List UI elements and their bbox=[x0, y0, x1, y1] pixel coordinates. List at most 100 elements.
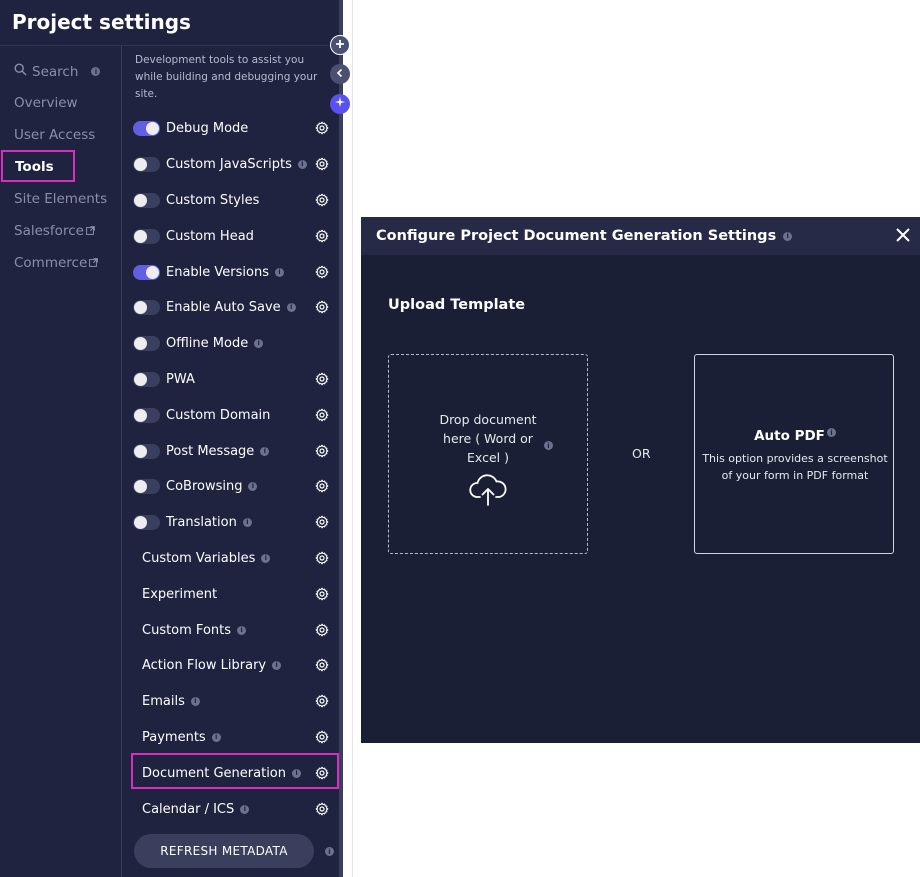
gear-icon[interactable] bbox=[315, 515, 329, 529]
refresh-metadata-button[interactable]: REFRESH METADATA bbox=[134, 834, 314, 868]
tool-row-action-flow-library: Action Flow Library i bbox=[133, 654, 329, 676]
debug-mode-toggle[interactable] bbox=[133, 120, 160, 136]
nav-item-salesforce[interactable]: Salesforce bbox=[14, 223, 95, 239]
gear-icon[interactable] bbox=[315, 157, 329, 171]
gear-icon[interactable] bbox=[315, 444, 329, 458]
custom-head-toggle[interactable] bbox=[133, 228, 160, 244]
tool-row-debug-mode: Debug Mode bbox=[133, 117, 329, 139]
canvas-edge-line bbox=[352, 0, 353, 877]
gear-icon[interactable] bbox=[315, 730, 329, 744]
tool-label: Post Message bbox=[166, 443, 255, 459]
tool-row-pwa: PWA bbox=[133, 368, 329, 390]
tool-row-custom-fonts: Custom Fonts i bbox=[133, 619, 329, 641]
external-link-icon bbox=[89, 255, 99, 271]
gear-icon[interactable] bbox=[315, 408, 329, 422]
template-drop-zone[interactable]: Drop document here ( Word or Excel ) i bbox=[388, 354, 588, 554]
translation-toggle[interactable] bbox=[133, 514, 160, 530]
tool-label: Custom Head bbox=[166, 228, 254, 244]
tool-label[interactable]: Calendar / ICS bbox=[142, 802, 234, 817]
tool-row-payments: Payments i bbox=[133, 726, 329, 748]
gear-icon[interactable] bbox=[315, 658, 329, 672]
gear-icon[interactable] bbox=[315, 265, 329, 279]
toggle-knob bbox=[146, 121, 159, 135]
auto-pdf-title-row: Auto PDF i bbox=[695, 428, 895, 444]
drop-zone-text: Drop document here ( Word or Excel ) bbox=[439, 412, 537, 465]
tool-row-emails: Emails i bbox=[133, 690, 329, 712]
custom-javascripts-toggle[interactable] bbox=[133, 156, 160, 172]
gear-icon[interactable] bbox=[315, 121, 329, 135]
info-icon: i bbox=[272, 660, 282, 670]
gear-icon[interactable] bbox=[315, 193, 329, 207]
enable-versions-toggle[interactable] bbox=[133, 264, 160, 280]
gear-icon[interactable] bbox=[315, 587, 329, 601]
info-icon: i bbox=[242, 517, 252, 527]
tool-row-experiment: Experiment bbox=[133, 583, 329, 605]
tool-label: PWA bbox=[166, 371, 195, 387]
toggle-knob bbox=[134, 300, 147, 314]
pwa-toggle[interactable] bbox=[133, 371, 160, 387]
gear-icon[interactable] bbox=[315, 551, 329, 565]
info-icon: i bbox=[254, 338, 264, 348]
project-settings-panel: Project settings Search i Overview User … bbox=[0, 0, 343, 877]
nav-item-commerce-label: Commerce bbox=[14, 255, 88, 271]
add-button[interactable] bbox=[330, 35, 350, 55]
tool-label: Enable Versions bbox=[166, 264, 269, 280]
toggle-knob bbox=[134, 229, 147, 243]
offline-mode-toggle[interactable] bbox=[133, 335, 160, 351]
tool-label[interactable]: Action Flow Library bbox=[142, 658, 266, 673]
tool-row-calendar-ics: Calendar / ICS i bbox=[133, 798, 329, 820]
nav-item-overview[interactable]: Overview bbox=[14, 95, 78, 111]
tool-label[interactable]: Custom Variables bbox=[142, 551, 255, 566]
search-icon bbox=[14, 63, 27, 80]
info-icon: i bbox=[325, 847, 334, 856]
info-icon: i bbox=[248, 481, 258, 491]
custom-styles-toggle[interactable] bbox=[133, 192, 160, 208]
gear-icon[interactable] bbox=[315, 479, 329, 493]
info-icon: i bbox=[297, 159, 307, 169]
tool-label: Translation bbox=[166, 514, 237, 530]
gear-icon[interactable] bbox=[315, 694, 329, 708]
tool-label[interactable]: Emails bbox=[142, 694, 185, 709]
nav-item-user-access[interactable]: User Access bbox=[14, 127, 95, 143]
cobrowsing-toggle[interactable] bbox=[133, 478, 160, 494]
tool-label: Custom Styles bbox=[166, 192, 260, 208]
close-button[interactable] bbox=[894, 226, 912, 244]
document-generation-highlight-box bbox=[131, 753, 339, 789]
info-icon: i bbox=[261, 553, 271, 563]
upload-template-title: Upload Template bbox=[388, 297, 526, 313]
info-icon: i bbox=[190, 696, 200, 706]
nav-item-search-label: Search bbox=[32, 63, 79, 80]
nav-item-site-elements[interactable]: Site Elements bbox=[14, 191, 107, 207]
info-icon: i bbox=[237, 625, 247, 635]
gear-icon[interactable] bbox=[315, 229, 329, 243]
auto-pdf-option[interactable]: Auto PDF i This option provides a screens… bbox=[694, 354, 894, 554]
document-generation-modal: Configure Project Document Generation Se… bbox=[361, 217, 920, 743]
nav-item-commerce[interactable]: Commerce bbox=[14, 255, 99, 271]
chevron-left-icon bbox=[335, 66, 345, 82]
ai-assist-button[interactable] bbox=[330, 94, 350, 114]
toggle-knob bbox=[146, 265, 159, 279]
nav-item-overview-label: Overview bbox=[14, 95, 78, 111]
post-message-toggle[interactable] bbox=[133, 443, 160, 459]
gear-icon[interactable] bbox=[315, 300, 329, 314]
tool-label: Custom JavaScripts bbox=[166, 156, 292, 172]
gear-icon[interactable] bbox=[315, 372, 329, 386]
tool-row-cobrowsing: CoBrowsing i bbox=[133, 475, 329, 497]
info-icon: i bbox=[544, 441, 553, 450]
tool-label: Custom Domain bbox=[166, 407, 271, 423]
nav-item-search[interactable]: Search i bbox=[14, 63, 101, 80]
collapse-panel-button[interactable] bbox=[330, 64, 350, 84]
tools-description: Development tools to assist you while bu… bbox=[135, 54, 318, 100]
enable-auto-save-toggle[interactable] bbox=[133, 299, 160, 315]
info-icon: i bbox=[211, 732, 221, 742]
tool-label[interactable]: Custom Fonts bbox=[142, 623, 231, 638]
tool-row-translation: Translation i bbox=[133, 511, 329, 533]
tool-label[interactable]: Experiment bbox=[142, 587, 217, 602]
tool-label: CoBrowsing bbox=[166, 478, 243, 494]
tool-row-post-message: Post Message i bbox=[133, 440, 329, 462]
tool-label[interactable]: Payments bbox=[142, 730, 206, 745]
toggle-knob bbox=[134, 157, 147, 171]
gear-icon[interactable] bbox=[315, 802, 329, 816]
custom-domain-toggle[interactable] bbox=[133, 407, 160, 423]
gear-icon[interactable] bbox=[315, 623, 329, 637]
